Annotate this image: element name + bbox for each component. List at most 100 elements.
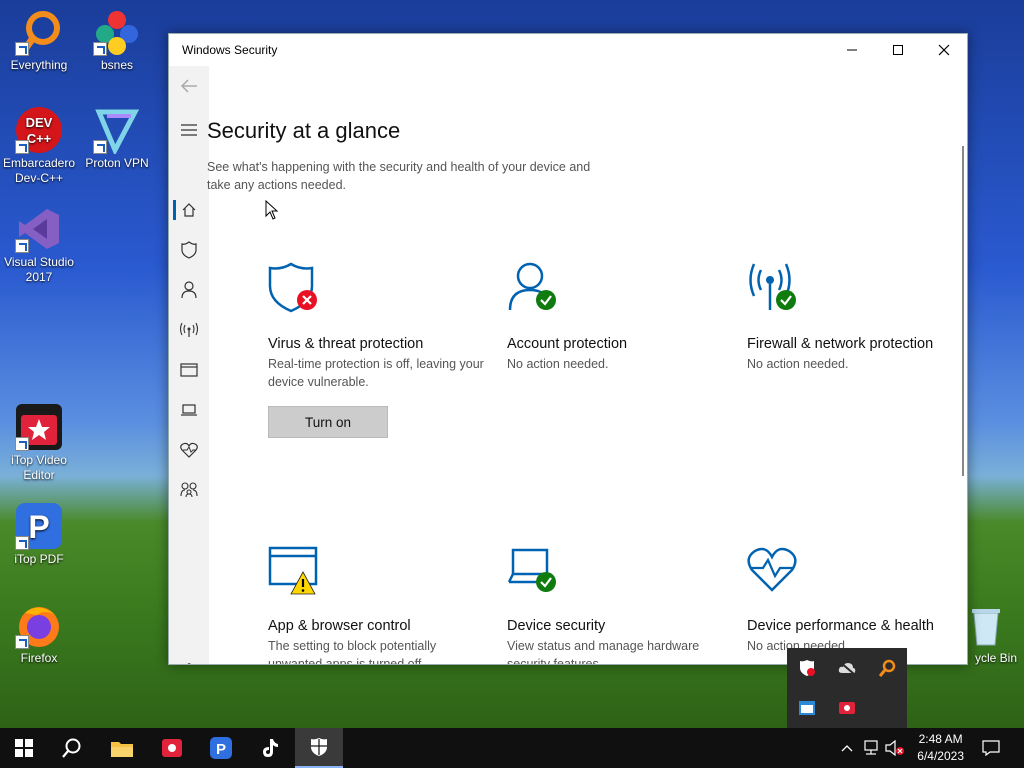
nav-account-protection[interactable] <box>169 270 209 310</box>
desktop-icon-label: iTop Video Editor <box>11 453 67 482</box>
gear-icon <box>185 663 193 664</box>
close-icon <box>938 44 950 56</box>
search-icon <box>62 738 81 758</box>
folder-icon <box>111 742 133 757</box>
window-title: Windows Security <box>182 43 278 57</box>
error-badge-icon <box>297 290 317 310</box>
card-virus-threat-protection[interactable]: Virus & threat protection Real-time prot… <box>268 262 488 391</box>
search-button[interactable] <box>48 728 96 768</box>
nav-family-options[interactable] <box>169 470 209 510</box>
browser-window-icon <box>180 363 198 377</box>
maximize-button[interactable] <box>875 34 921 66</box>
desktop-icon-itoppdf[interactable]: P iTop PDF <box>1 502 77 567</box>
taskbar-itop-video[interactable] <box>148 728 196 768</box>
desktop-icon-label: ycle Bin <box>974 651 1018 665</box>
page-subtitle: See what's happening with the security a… <box>207 160 591 192</box>
start-button[interactable] <box>0 728 48 768</box>
network-icon <box>864 740 878 755</box>
nav-virus-protection[interactable] <box>169 230 209 270</box>
svg-text:C++: C++ <box>27 131 52 146</box>
nav-home[interactable] <box>169 190 209 230</box>
desktop-icon-itopvideo[interactable]: iTop Video Editor <box>1 403 77 483</box>
card-description: No action needed. <box>507 357 609 371</box>
taskbar-file-explorer[interactable] <box>98 728 146 768</box>
desktop-icon-label: Embarcadero Dev-C++ <box>2 156 76 185</box>
show-hidden-icons-button[interactable] <box>836 728 858 768</box>
recycle-bin-icon <box>962 601 1010 649</box>
desktop-icon-label: Firefox <box>20 651 58 665</box>
desktop-icon-label: iTop PDF <box>14 552 64 566</box>
nav-device-health[interactable] <box>169 430 209 470</box>
tray-screen-recorder[interactable] <box>837 698 857 718</box>
desktop-icon-visualstudio[interactable]: Visual Studio 2017 <box>1 205 77 285</box>
volume-muted-icon <box>885 740 904 756</box>
video-record-icon <box>839 702 855 714</box>
desktop-icon-bsnes[interactable]: bsnes <box>79 8 155 73</box>
tray-windows-security[interactable] <box>797 658 817 678</box>
taskbar-windows-security[interactable] <box>295 728 343 768</box>
nav-firewall[interactable] <box>169 310 209 350</box>
taskbar-tiktok[interactable] <box>246 728 294 768</box>
windows-logo-icon <box>15 739 33 757</box>
nav-device-security[interactable] <box>169 390 209 430</box>
clock-time: 2:48 AM <box>918 732 963 746</box>
card-title: Firewall & network protection <box>747 336 934 352</box>
nav-settings[interactable] <box>169 650 209 664</box>
card-title: App & browser control <box>268 618 411 634</box>
check-badge-icon <box>776 290 796 310</box>
network-button[interactable] <box>860 728 882 768</box>
desktop-icon-everything[interactable]: Everything <box>1 8 77 73</box>
desktop-icon-label: Everything <box>10 58 68 72</box>
everything-icon <box>15 8 63 56</box>
clock-date: 6/4/2023 <box>917 749 964 763</box>
nav-sidebar <box>169 66 209 664</box>
card-firewall-network[interactable]: Firewall & network protection No action … <box>747 262 937 373</box>
bsnes-icon <box>93 8 141 56</box>
nav-app-browser[interactable] <box>169 350 209 390</box>
card-title: Virus & threat protection <box>268 336 424 352</box>
svg-text:P: P <box>216 741 226 758</box>
taskbar-itop-pdf[interactable]: P <box>197 728 245 768</box>
notification-icon <box>982 740 1000 756</box>
app-window-icon <box>799 701 815 715</box>
laptop-icon <box>181 404 197 416</box>
menu-button[interactable] <box>169 110 209 150</box>
scrollbar[interactable] <box>962 146 964 476</box>
everything-icon <box>878 659 896 677</box>
card-title: Device performance & health <box>747 618 934 634</box>
svg-text:P: P <box>28 509 49 545</box>
desktop-icon-protonvpn[interactable]: Proton VPN <box>79 106 155 171</box>
card-account-protection[interactable]: Account protection No action needed. <box>507 262 727 373</box>
card-device-security[interactable]: Device security View status and manage h… <box>507 544 727 664</box>
desktop-icon-firefox[interactable]: Firefox <box>1 601 77 666</box>
card-title: Account protection <box>507 336 628 352</box>
system-clock[interactable]: 2:48 AM 6/4/2023 <box>917 731 964 765</box>
chevron-up-icon <box>841 745 853 752</box>
card-app-browser-control[interactable]: App & browser control The setting to blo… <box>268 544 488 665</box>
svg-text:DEV: DEV <box>26 115 53 130</box>
turn-on-button[interactable]: Turn on <box>268 406 388 438</box>
tray-app-blue[interactable] <box>797 698 817 718</box>
action-center-button[interactable] <box>968 728 1014 768</box>
card-title: Device security <box>507 618 606 634</box>
back-button[interactable] <box>169 66 209 106</box>
itopvideo-icon <box>15 403 63 451</box>
person-icon <box>181 281 197 299</box>
hamburger-icon <box>181 124 197 136</box>
itoppdf-icon: P <box>210 737 232 759</box>
tray-everything[interactable] <box>877 658 897 678</box>
desktop-icon-devcpp[interactable]: DEV C++ Embarcadero Dev-C++ <box>1 106 77 186</box>
volume-button[interactable] <box>884 728 906 768</box>
mouse-cursor-icon <box>265 200 279 220</box>
card-device-performance-health[interactable]: Device performance & health No action ne… <box>747 544 937 655</box>
protonvpn-icon <box>93 106 141 156</box>
maximize-icon <box>893 45 903 55</box>
card-description: The setting to block potentially unwante… <box>268 639 437 665</box>
shield-error-icon <box>800 660 815 676</box>
card-description: No action needed. <box>747 357 849 371</box>
minimize-button[interactable] <box>829 34 875 66</box>
close-button[interactable] <box>921 34 967 66</box>
title-bar[interactable]: Windows Security <box>169 34 967 66</box>
tray-onedrive[interactable] <box>837 658 857 678</box>
check-badge-icon <box>536 572 556 592</box>
